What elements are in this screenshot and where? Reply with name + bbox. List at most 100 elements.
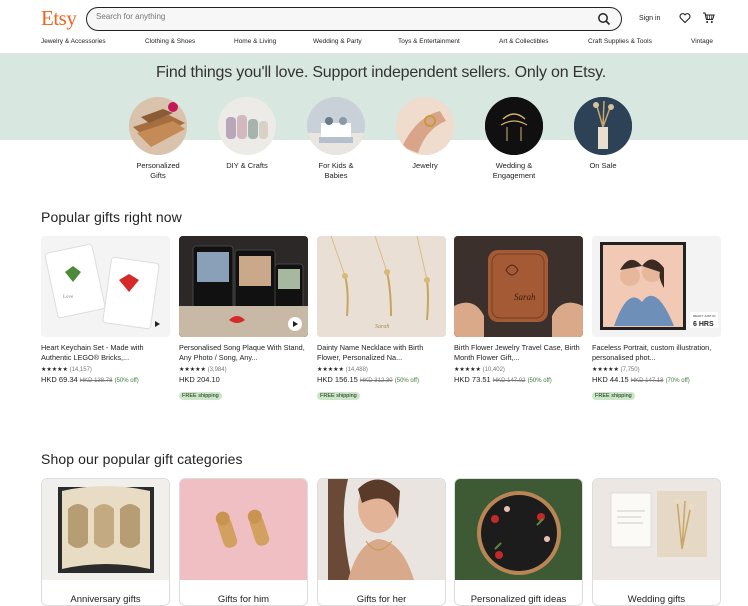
ready-badge-top: READY JUST IN — [693, 314, 715, 318]
gift-category-anniversary[interactable]: Anniversary gifts — [41, 478, 170, 606]
original-price: HKD 147.18 — [630, 378, 664, 384]
product-card[interactable]: Personalised Song Plaque With Stand, Any… — [179, 236, 308, 402]
gift-category-image — [318, 479, 445, 580]
rating-stars: ★★★★★ — [41, 367, 68, 373]
product-image[interactable]: Sarah — [454, 236, 583, 337]
rating-stars: ★★★★★ — [179, 367, 206, 373]
nav-home-living[interactable]: Home & Living — [234, 38, 276, 45]
category-nav: Jewelry & Accessories Clothing & Shoes H… — [0, 38, 748, 50]
product-image[interactable]: READY JUST IN 6 HRS — [592, 236, 721, 337]
product-rating: ★★★★★ (7,750) — [592, 366, 721, 373]
gift-category-label: Personalized gift ideas — [470, 594, 567, 605]
review-count: (14,157) — [69, 367, 92, 373]
gift-categories-heading: Shop our popular gift categories — [41, 451, 243, 467]
product-image[interactable] — [179, 236, 308, 337]
category-image — [485, 97, 543, 155]
product-title[interactable]: Personalised Song Plaque With Stand, Any… — [179, 343, 308, 363]
nav-wedding-party[interactable]: Wedding & Party — [313, 38, 362, 45]
gift-category-personalized[interactable]: Personalized gift ideas — [454, 478, 583, 606]
nav-craft-supplies[interactable]: Craft Supplies & Tools — [588, 38, 652, 45]
original-price: HKD 138.78 — [79, 378, 113, 384]
category-on-sale[interactable]: On Sale — [563, 97, 643, 171]
product-rating: ★★★★★ (3,984) — [179, 366, 308, 373]
sign-in-link[interactable]: Sign in — [639, 15, 660, 22]
rating-stars: ★★★★★ — [317, 367, 344, 373]
nav-art-collectibles[interactable]: Art & Collectibles — [499, 38, 549, 45]
gift-category-image — [455, 479, 582, 580]
category-jewelry[interactable]: Jewelry — [385, 97, 465, 171]
review-count: (10,402) — [482, 367, 505, 373]
rating-stars: ★★★★★ — [592, 367, 619, 373]
gift-category-her[interactable]: Gifts for her — [317, 478, 446, 606]
product-title[interactable]: Heart Keychain Set - Made with Authentic… — [41, 343, 170, 363]
category-image — [129, 97, 187, 155]
etsy-logo[interactable]: Etsy — [41, 6, 77, 31]
cart-icon[interactable] — [702, 11, 715, 24]
gift-category-wedding[interactable]: Wedding gifts — [592, 478, 721, 606]
product-rating: ★★★★★ (14,488) — [317, 366, 446, 373]
gift-category-him[interactable]: Gifts for him — [179, 478, 308, 606]
product-price: HKD 73.51 HKD 147.02 (50% off) — [454, 375, 583, 384]
nav-clothing-shoes[interactable]: Clothing & Shoes — [145, 38, 195, 45]
category-image — [307, 97, 365, 155]
gift-category-label: Wedding gifts — [627, 594, 686, 605]
category-label: Wedding & Engagement — [492, 161, 536, 180]
gift-category-image — [42, 479, 169, 580]
category-image — [396, 97, 454, 155]
video-play-icon[interactable] — [288, 317, 302, 331]
product-title[interactable]: Faceless Portrait, custom illustration, … — [592, 343, 721, 363]
original-price: HKD 312.30 — [359, 378, 393, 384]
gift-category-label: Gifts for him — [217, 594, 270, 605]
product-title[interactable]: Dainty Name Necklace with Birth Flower, … — [317, 343, 446, 363]
category-for-kids-babies[interactable]: For Kids & Babies — [296, 97, 376, 181]
product-image[interactable]: Love — [41, 236, 170, 337]
product-image[interactable]: Sarah — [317, 236, 446, 337]
necklace-name-text: Sarah — [375, 324, 389, 330]
gift-category-image — [593, 479, 720, 580]
original-price: HKD 147.02 — [492, 378, 526, 384]
review-count: (14,488) — [345, 367, 368, 373]
discount: (50% off) — [527, 378, 552, 384]
category-image — [574, 97, 632, 155]
category-diy-crafts[interactable]: DIY & Crafts — [207, 97, 287, 171]
site-header: Etsy Sign in Jewelry & Accessories Cloth… — [0, 0, 748, 54]
gift-category-label: Anniversary gifts — [70, 594, 141, 605]
product-card[interactable]: Sarah Dainty Name Necklace with Birth Fl… — [317, 236, 446, 402]
product-rating: ★★★★★ (14,157) — [41, 366, 170, 373]
product-price: HKD 156.15 HKD 312.30 (50% off) — [317, 375, 446, 384]
sale-price: HKD 44.15 — [592, 375, 629, 384]
product-card[interactable]: READY JUST IN 6 HRS Faceless Portrait, cu… — [592, 236, 721, 402]
category-wedding-engagement[interactable]: Wedding & Engagement — [474, 97, 554, 181]
popular-gifts-heading: Popular gifts right now — [41, 209, 182, 225]
product-title[interactable]: Birth Flower Jewelry Travel Case, Birth … — [454, 343, 583, 363]
review-count: (3,984) — [207, 367, 227, 373]
nav-jewelry-accessories[interactable]: Jewelry & Accessories — [41, 38, 106, 45]
nav-toys-entertainment[interactable]: Toys & Entertainment — [398, 38, 460, 45]
category-label: Personalized Gifts — [136, 161, 180, 180]
nav-vintage[interactable]: Vintage — [691, 38, 713, 45]
free-shipping-badge: FREE shipping — [592, 392, 635, 400]
case-name-text: Sarah — [514, 292, 536, 302]
rating-stars: ★★★★★ — [454, 367, 481, 373]
search-icon[interactable] — [597, 12, 611, 26]
product-card[interactable]: Love Heart Keychain Set - Made with Auth… — [41, 236, 170, 384]
product-price: HKD 69.34 HKD 138.78 (50% off) — [41, 375, 170, 384]
video-play-icon[interactable] — [150, 317, 164, 331]
search-bar[interactable] — [86, 7, 622, 31]
product-rating: ★★★★★ (10,402) — [454, 366, 583, 373]
discount: (50% off) — [394, 378, 419, 384]
sale-price: HKD 156.15 — [317, 375, 358, 384]
product-card[interactable]: Sarah Birth Flower Jewelry Travel Case, … — [454, 236, 583, 384]
product-price: HKD 204.10 — [179, 375, 308, 384]
category-label: For Kids & Babies — [318, 161, 354, 180]
category-label: DIY & Crafts — [226, 161, 268, 170]
free-shipping-badge: FREE shipping — [179, 392, 222, 400]
search-input[interactable] — [96, 12, 576, 21]
hero-tagline: Find things you'll love. Support indepen… — [155, 64, 607, 81]
favorites-heart-icon[interactable] — [679, 12, 691, 24]
product-price: HKD 44.15 HKD 147.18 (70% off) — [592, 375, 721, 384]
category-personalized-gifts[interactable]: Personalized Gifts — [118, 97, 198, 181]
free-shipping-badge: FREE shipping — [317, 392, 360, 400]
gift-category-image — [180, 479, 307, 580]
gift-category-label: Gifts for her — [356, 594, 407, 605]
